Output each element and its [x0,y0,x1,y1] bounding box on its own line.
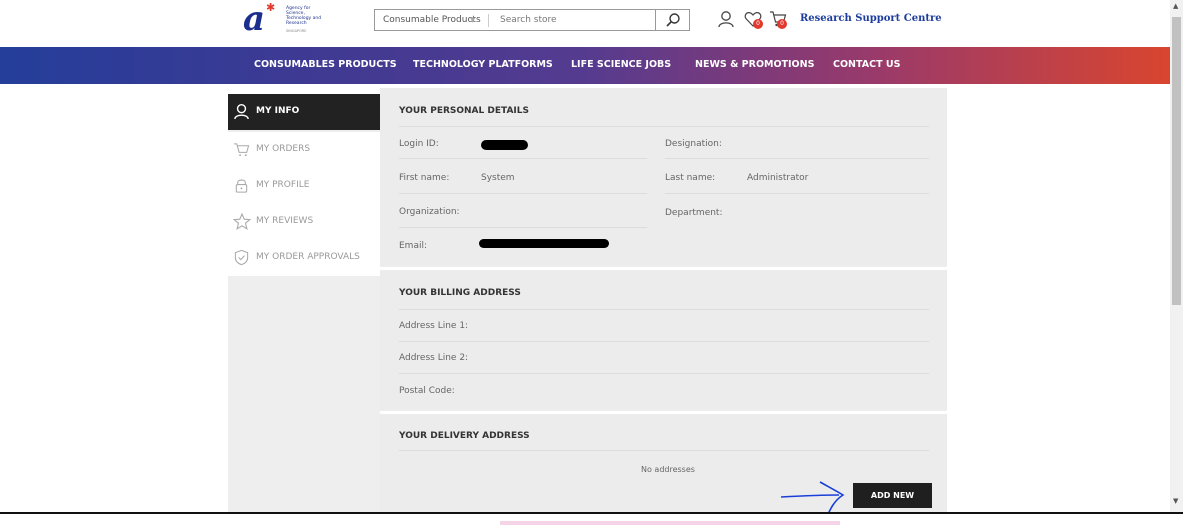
search-icon [666,13,680,27]
divider [665,158,929,159]
nav-news-promotions[interactable]: NEWS & PROMOTIONS [695,59,814,70]
page-scrollbar[interactable]: ▲ ▼ [1170,0,1183,512]
search-input[interactable]: Search store [500,15,557,25]
cart-count-badge: 0 [777,19,787,29]
search-bar: Consumable Products ▼ Search store [374,9,690,31]
personal-details-section: YOUR PERSONAL DETAILS Login ID: Designat… [380,88,947,266]
sidebar-item-my-reviews[interactable]: MY REVIEWS [228,204,380,240]
email-label: Email: [399,241,428,251]
divider [399,373,929,374]
address-line-1-label: Address Line 1: [399,321,469,331]
scroll-down-icon[interactable]: ▼ [1173,497,1178,505]
account-button[interactable] [717,10,735,32]
section-title: YOUR BILLING ADDRESS [399,288,521,298]
scroll-up-icon[interactable]: ▲ [1173,2,1178,10]
department-label: Department: [665,208,723,218]
add-new-address-button[interactable]: ADD NEW [853,483,932,508]
chevron-down-icon: ▼ [470,16,476,24]
logo-tagline: Agency for Science, Technology and Resea… [286,6,322,26]
page: a ✱ Agency for Science, Technology and R… [0,0,1183,525]
designation-label: Designation: [665,139,722,149]
shield-check-icon [233,249,250,270]
sidebar-item-my-order-approvals[interactable]: MY ORDER APPROVALS [228,240,380,276]
account-content: YOUR PERSONAL DETAILS Login ID: Designat… [380,88,947,512]
main-nav: CONSUMABLES PRODUCTS TECHNOLOGY PLATFORM… [0,47,1170,84]
astar-logo[interactable]: a ✱ Agency for Science, Technology and R… [243,2,331,38]
wishlist-count-badge: 0 [753,19,763,29]
search-divider [488,14,489,27]
divider [399,341,929,342]
scrollbar-thumb[interactable] [1172,17,1181,305]
organization-label: Organization: [399,207,460,217]
site-header: a ✱ Agency for Science, Technology and R… [0,0,1170,47]
nav-life-science-jobs[interactable]: LIFE SCIENCE JOBS [571,59,671,70]
divider [399,227,647,228]
divider [399,309,929,310]
email-redacted [479,239,609,248]
section-title: YOUR DELIVERY ADDRESS [399,431,530,441]
divider [665,193,929,194]
sidebar-item-my-orders[interactable]: MY ORDERS [228,132,380,168]
research-support-link[interactable]: Research Support Centre [800,13,942,24]
divider [399,126,929,127]
sidebar-item-label: MY ORDERS [256,144,311,154]
logo-star-icon: ✱ [266,1,276,14]
divider [399,450,929,451]
first-name-label: First name: [399,173,450,183]
divider [399,193,647,194]
sidebar-item-label: MY INFO [256,106,300,116]
search-button[interactable] [655,10,689,30]
billing-address-section: YOUR BILLING ADDRESS Address Line 1: Add… [380,270,947,410]
postal-code-label: Postal Code: [399,386,455,396]
address-line-2-label: Address Line 2: [399,353,469,363]
section-title: YOUR PERSONAL DETAILS [399,106,529,116]
star-icon [232,212,252,234]
nav-consumables-products[interactable]: CONSUMABLES PRODUCTS [254,59,397,70]
user-icon [233,103,250,124]
account-sidebar: MY INFO MY ORDERS MY PROFILE MY REVIEWS … [228,94,380,512]
search-category-select[interactable]: Consumable Products [383,15,481,25]
logo-letter-a: a [243,0,266,39]
sidebar-item-label: MY PROFILE [256,180,310,190]
login-id-redacted [481,140,528,150]
sidebar-item-label: MY REVIEWS [256,216,314,226]
last-name-value: Administrator [747,173,809,183]
bottom-highlight-strip [500,521,840,525]
last-name-label: Last name: [665,173,716,183]
sidebar-item-label: MY ORDER APPROVALS [256,252,360,262]
lock-icon [233,177,250,198]
no-addresses-text: No addresses [641,465,695,474]
first-name-value: System [481,173,515,183]
sidebar-item-my-profile[interactable]: MY PROFILE [228,168,380,204]
divider [399,158,647,159]
nav-technology-platforms[interactable]: TECHNOLOGY PLATFORMS [413,59,553,70]
user-icon [718,11,734,28]
sidebar-item-my-info[interactable]: MY INFO [228,94,380,130]
nav-contact-us[interactable]: CONTACT US [833,59,900,70]
wishlist-button[interactable]: 0 [744,10,763,32]
login-id-label: Login ID: [399,139,439,149]
logo-country: SINGAPORE [286,29,307,33]
cart-icon [233,141,250,162]
cart-button[interactable]: 0 [769,10,787,32]
